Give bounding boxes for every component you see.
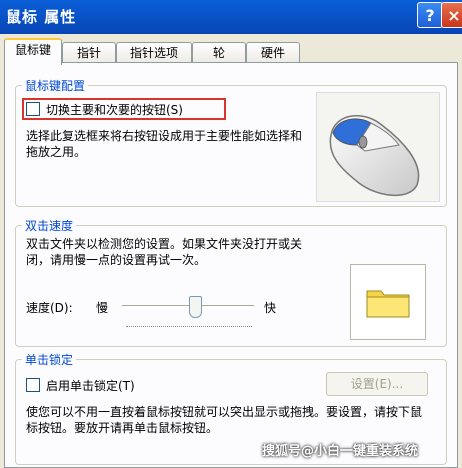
click-lock-settings-button[interactable]: 设置(E)... [326,372,428,396]
close-icon: × [447,5,461,25]
button-config-description: 选择此复选框来将右按钮设成用于主要性能如选择和拖放之用。 [26,129,303,159]
double-click-title: 双击速度 [22,217,77,234]
tab-pointer-options[interactable]: 指针选项 [116,42,192,63]
mouse-icon [329,115,420,197]
click-lock-label[interactable]: 启用单击锁定(T) [46,377,135,394]
window-title: 鼠标 属性 [6,8,77,26]
button-config-group: 鼠标键配置 切换主要和次要的按钮(S) 选择此复选框来将右按钮设成用于主要性能如… [15,77,447,207]
close-button[interactable]: × [441,2,462,28]
click-lock-title: 单击锁定 [22,351,77,368]
fast-label: 快 [264,301,277,315]
tab-strip: 鼠标键 指针 指针选项 轮 硬件 [0,38,462,65]
click-lock-checkbox[interactable] [26,378,40,392]
slow-label: 慢 [96,301,109,315]
switch-buttons-checkbox[interactable] [26,102,40,116]
speed-slider-thumb[interactable] [188,296,202,318]
help-button[interactable]: ? [417,2,443,28]
switch-buttons-label[interactable]: 切换主要和次要的按钮(S) [46,101,183,118]
tab-wheel[interactable]: 轮 [192,42,246,63]
test-folder[interactable] [350,264,426,340]
title-bar[interactable]: 鼠标 属性 ? × [0,0,462,34]
tab-hardware[interactable]: 硬件 [246,42,300,63]
button-config-title: 鼠标键配置 [22,77,89,94]
tab-panel: 鼠标键配置 切换主要和次要的按钮(S) 选择此复选框来将右按钮设成用于主要性能如… [4,62,458,468]
watermark: 搜狐号@小白一键重装系统 [262,444,419,459]
folder-icon [366,290,410,318]
speed-label: 速度(D): [26,301,73,315]
double-click-description: 双击文件夹以检测您的设置。如果文件夹没打开或关闭，请用慢一点的设置再试一次。 [26,237,303,267]
tab-buttons[interactable]: 鼠标键 [4,38,62,65]
slider-ticks [126,326,252,329]
mouse-image [316,92,440,202]
tab-pointers[interactable]: 指针 [62,42,116,63]
double-click-group: 双击速度 双击文件夹以检测您的设置。如果文件夹没打开或关闭，请用慢一点的设置再试… [15,217,447,347]
help-icon: ? [425,5,435,25]
click-lock-description: 使您可以不用一直按着鼠标按钮就可以突出显示或拖拽。要设置，请按下鼠标按钮。要放开… [26,405,423,435]
